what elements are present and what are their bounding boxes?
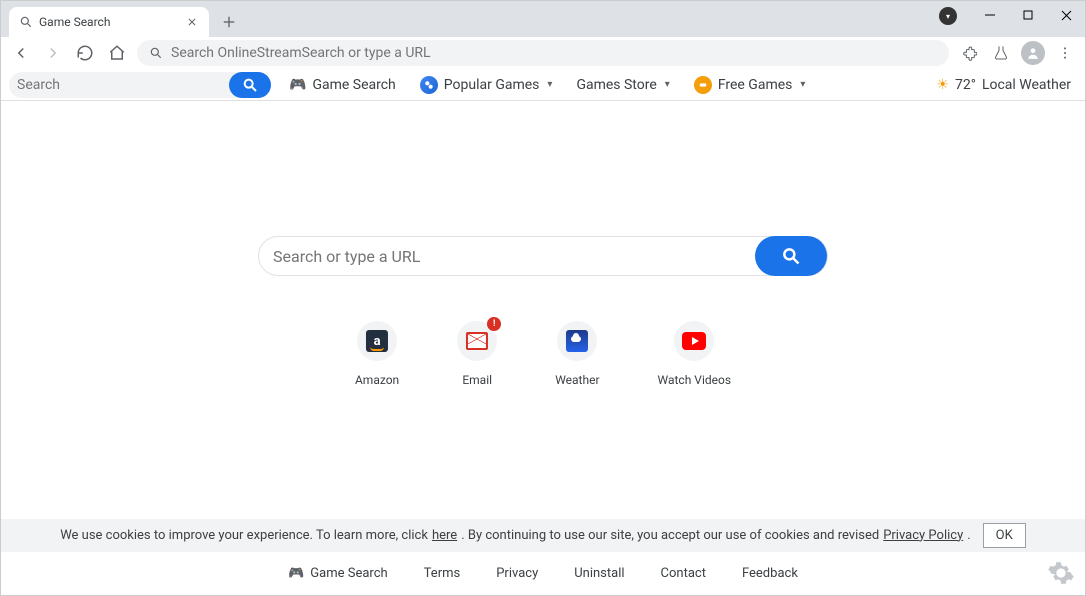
shortcut-label: Email (462, 373, 492, 387)
menu-button[interactable] (1053, 41, 1077, 65)
privacy-policy-link[interactable]: Privacy Policy (883, 528, 963, 543)
cookie-text-end: . (967, 528, 970, 543)
popular-games-icon (420, 76, 438, 94)
profile-button[interactable] (1021, 41, 1045, 65)
shortcuts-row: a Amazon ! Email Weather Watch Videos (355, 321, 731, 387)
weather-temp: 72° (955, 77, 976, 93)
weather-label: Local Weather (982, 77, 1071, 93)
footer-terms[interactable]: Terms (424, 566, 461, 581)
search-icon (19, 15, 33, 29)
home-button[interactable] (105, 41, 129, 65)
omnibox[interactable] (137, 40, 949, 66)
forward-button[interactable] (41, 41, 65, 65)
browser-tab[interactable]: Game Search (9, 7, 209, 37)
gamepad-icon: 🎮 (288, 566, 304, 581)
settings-gear-icon[interactable] (1047, 559, 1075, 587)
close-tab-icon[interactable] (185, 15, 199, 29)
extensions-button[interactable] (957, 41, 981, 65)
amazon-icon: a (357, 321, 397, 361)
free-games-dropdown[interactable]: Free Games ▾ (688, 76, 812, 94)
footer: 🎮 Game Search Terms Privacy Uninstall Co… (1, 551, 1085, 595)
toolbar-search-button[interactable] (229, 72, 271, 98)
center-search-input[interactable] (273, 247, 755, 266)
shortcut-email[interactable]: ! Email (457, 321, 497, 387)
bookmarks-bar: 🎮 Game Search Popular Games ▾ Games Stor… (1, 69, 1085, 101)
titlebar: Game Search ▾ (1, 1, 1085, 37)
notification-badge: ! (487, 317, 501, 331)
weather-widget[interactable]: ☀ 72° Local Weather (930, 77, 1077, 93)
cookie-here-link[interactable]: here (432, 528, 457, 543)
free-games-label: Free Games (718, 77, 793, 93)
footer-game-search[interactable]: 🎮 Game Search (288, 566, 388, 581)
browser-toolbar (1, 37, 1085, 69)
popular-games-dropdown[interactable]: Popular Games ▾ (414, 76, 559, 94)
toolbar-search-pill[interactable] (9, 72, 271, 98)
cookie-text: We use cookies to improve your experienc… (60, 528, 428, 543)
cookie-ok-button[interactable]: OK (983, 523, 1026, 548)
youtube-icon (674, 321, 714, 361)
close-window-button[interactable] (1047, 1, 1085, 29)
game-search-link[interactable]: 🎮 Game Search (283, 77, 402, 93)
chevron-down-icon: ▾ (665, 79, 670, 90)
shortcut-amazon[interactable]: a Amazon (355, 321, 399, 387)
games-store-label: Games Store (576, 77, 656, 93)
free-games-icon (694, 76, 712, 94)
chevron-down-icon: ▾ (800, 79, 805, 90)
shortcut-watch-videos[interactable]: Watch Videos (658, 321, 732, 387)
sun-icon: ☀ (936, 77, 949, 93)
footer-privacy[interactable]: Privacy (496, 566, 538, 581)
shortcut-label: Weather (555, 373, 599, 387)
footer-uninstall[interactable]: Uninstall (574, 566, 624, 581)
shortcut-label: Watch Videos (658, 373, 732, 387)
chevron-down-icon: ▾ (547, 79, 552, 90)
reload-button[interactable] (73, 41, 97, 65)
center-search-box[interactable] (258, 236, 828, 276)
shortcut-weather[interactable]: Weather (555, 321, 599, 387)
main-content: a Amazon ! Email Weather Watch Videos We… (1, 101, 1085, 595)
footer-feedback[interactable]: Feedback (742, 566, 798, 581)
popular-games-label: Popular Games (444, 77, 540, 93)
tab-title: Game Search (39, 15, 179, 29)
shortcut-label: Amazon (355, 373, 399, 387)
profile-dropdown-icon[interactable]: ▾ (939, 7, 957, 25)
back-button[interactable] (9, 41, 33, 65)
maximize-button[interactable] (1009, 1, 1047, 29)
address-input[interactable] (171, 45, 937, 61)
gamepad-icon: 🎮 (289, 77, 306, 93)
search-icon (149, 46, 163, 60)
footer-game-label: Game Search (310, 566, 387, 581)
new-tab-button[interactable] (215, 8, 243, 36)
email-icon: ! (457, 321, 497, 361)
weather-icon (557, 321, 597, 361)
cookie-text-mid: . By continuing to use our site, you acc… (461, 528, 879, 543)
footer-contact[interactable]: Contact (661, 566, 706, 581)
minimize-button[interactable] (971, 1, 1009, 29)
center-search-button[interactable] (755, 236, 827, 276)
cookie-notice: We use cookies to improve your experienc… (1, 519, 1085, 551)
window-controls (971, 1, 1085, 29)
game-search-label: Game Search (312, 77, 395, 93)
labs-button[interactable] (989, 41, 1013, 65)
games-store-dropdown[interactable]: Games Store ▾ (570, 77, 675, 93)
